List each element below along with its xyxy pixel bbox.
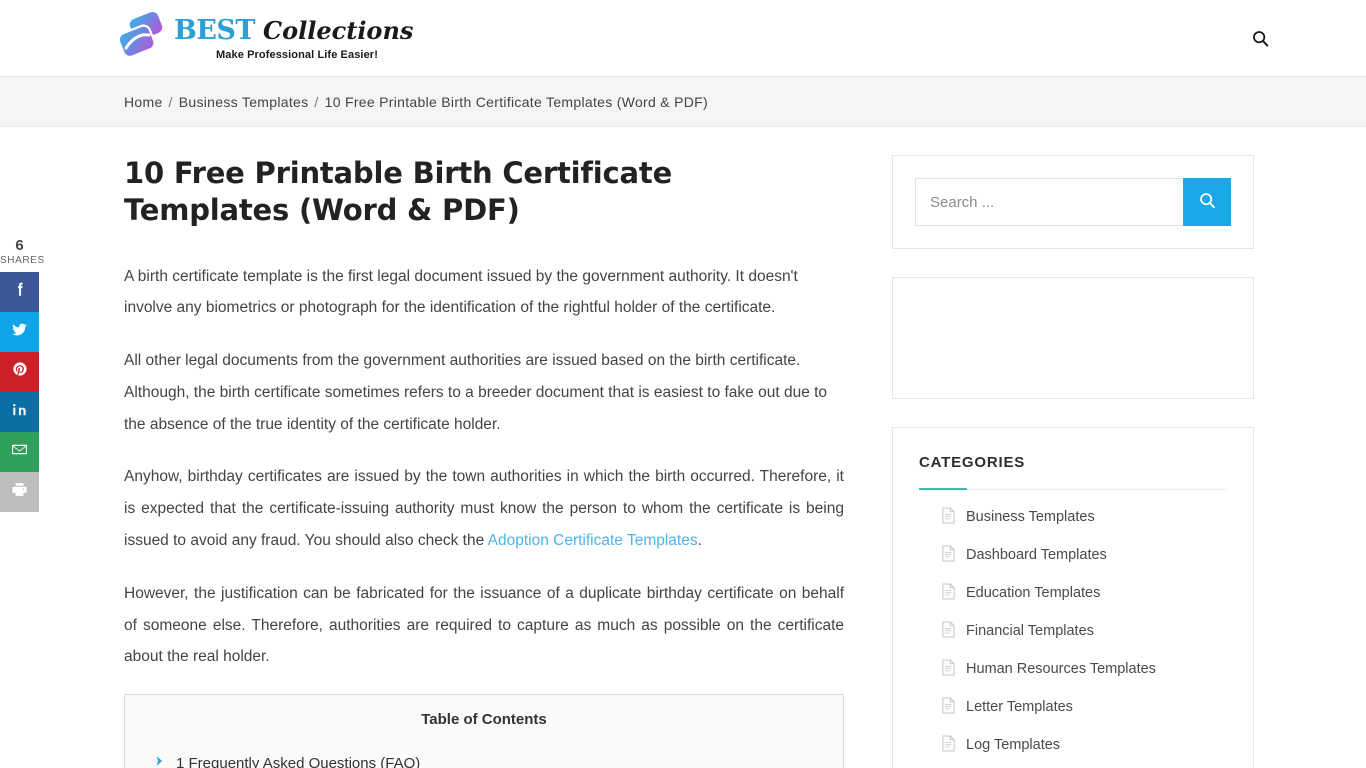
- category-label: Log Templates: [966, 737, 1061, 753]
- logo-brand-primary: Best: [174, 15, 256, 46]
- category-item-financial-templates[interactable]: Financial Templates: [919, 612, 1227, 650]
- category-item-dashboard-templates[interactable]: Dashboard Templates: [919, 536, 1227, 574]
- facebook-icon: [11, 280, 29, 303]
- search-input[interactable]: [915, 178, 1183, 226]
- article-paragraph-with-link: Anyhow, birthday certificates are issued…: [124, 461, 844, 556]
- site-logo[interactable]: Best Collections Make Professional Life …: [116, 10, 413, 62]
- toc-item-label: 1 Frequently Asked Questions (FAQ): [176, 754, 421, 768]
- twitter-icon: [10, 320, 29, 344]
- search-submit-button[interactable]: [1183, 178, 1231, 226]
- category-item-letter-templates[interactable]: Letter Templates: [919, 688, 1227, 726]
- toc-item[interactable]: 1 Frequently Asked Questions (FAQ): [145, 754, 823, 768]
- header-search-toggle[interactable]: [1246, 26, 1274, 54]
- category-item-education-templates[interactable]: Education Templates: [919, 574, 1227, 612]
- category-item-human-resources-templates[interactable]: Human Resources Templates: [919, 650, 1227, 688]
- print-button[interactable]: [0, 471, 39, 512]
- document-icon: [941, 544, 956, 566]
- breadcrumb-item-home[interactable]: Home: [124, 94, 163, 110]
- category-label: Financial Templates: [966, 623, 1094, 639]
- breadcrumb-separator: /: [168, 93, 173, 110]
- ad-placeholder: [892, 277, 1254, 399]
- page-content: 10 Free Printable Birth Certificate Temp…: [0, 127, 1366, 768]
- table-of-contents: Table of Contents 1 Frequently Asked Que…: [124, 694, 844, 768]
- share-count-label: SHARES: [0, 254, 45, 266]
- article-paragraph: However, the justification can be fabric…: [124, 584, 844, 666]
- category-item-business-templates[interactable]: Business Templates: [919, 498, 1227, 536]
- category-item-log-templates[interactable]: Log Templates: [919, 726, 1227, 764]
- category-label: Dashboard Templates: [966, 547, 1107, 563]
- logo-brand-secondary: Collections: [263, 16, 414, 45]
- email-share-button[interactable]: [0, 431, 39, 472]
- pinterest-icon: [11, 360, 29, 383]
- search-icon: [1252, 30, 1269, 50]
- article-paragraph: All other legal documents from the gover…: [124, 352, 828, 433]
- linkedin-icon: [11, 401, 28, 423]
- paragraph-text-before: Anyhow, birthday certificates are issued…: [124, 468, 844, 550]
- adoption-certificate-templates-link[interactable]: Adoption Certificate Templates: [488, 532, 698, 549]
- toc-title: Table of Contents: [421, 711, 547, 729]
- categories-widget-title: CATEGORIES: [919, 454, 1227, 490]
- breadcrumb-item-business-templates[interactable]: Business Templates: [179, 94, 309, 110]
- sidebar: CATEGORIES Business Templates Dashboard …: [892, 155, 1254, 768]
- share-count-number: 6: [15, 237, 24, 254]
- category-label: Letter Templates: [966, 699, 1073, 715]
- document-icon: [941, 734, 956, 756]
- search-icon: [1199, 192, 1216, 212]
- brand-logo-icon: [116, 10, 168, 62]
- document-icon: [941, 582, 956, 604]
- linkedin-share-button[interactable]: [0, 391, 39, 432]
- envelope-icon: [10, 440, 29, 464]
- article-paragraph: A birth certificate template is the firs…: [124, 267, 798, 317]
- breadcrumb-separator: /: [314, 93, 319, 110]
- facebook-share-button[interactable]: [0, 271, 39, 312]
- document-icon: [941, 620, 956, 642]
- page-title: 10 Free Printable Birth Certificate Temp…: [124, 156, 673, 227]
- search-form: [915, 178, 1231, 226]
- document-icon: [941, 506, 956, 528]
- category-label: Business Templates: [966, 509, 1095, 525]
- category-label: Human Resources Templates: [966, 661, 1156, 677]
- share-count: 6 SHARES: [0, 237, 45, 272]
- search-widget: [892, 155, 1254, 249]
- printer-icon: [10, 480, 29, 504]
- logo-tagline: Make Professional Life Easier!: [216, 49, 378, 61]
- paragraph-text-after: .: [697, 532, 702, 550]
- chevron-right-icon: [153, 754, 167, 768]
- article-column: 10 Free Printable Birth Certificate Temp…: [124, 155, 844, 768]
- categories-list: Business Templates Dashboard Templates E…: [919, 498, 1227, 768]
- social-share-rail: 6 SHARES: [0, 237, 45, 512]
- breadcrumb-item-current: 10 Free Printable Birth Certificate Temp…: [324, 93, 708, 110]
- breadcrumb-bar: Home / Business Templates / 10 Free Printabl…: [0, 77, 1366, 127]
- document-icon: [941, 658, 956, 680]
- categories-widget: CATEGORIES Business Templates Dashboard …: [892, 427, 1254, 768]
- breadcrumb: Home / Business Templates / 10 Free Printabl…: [124, 94, 708, 110]
- document-icon: [941, 696, 956, 718]
- category-label: Education Templates: [966, 585, 1101, 601]
- pinterest-share-button[interactable]: [0, 351, 39, 392]
- category-item-medical-templates[interactable]: Medical Templates: [919, 764, 1227, 768]
- site-header: Best Collections Make Professional Life …: [0, 0, 1366, 77]
- twitter-share-button[interactable]: [0, 311, 39, 352]
